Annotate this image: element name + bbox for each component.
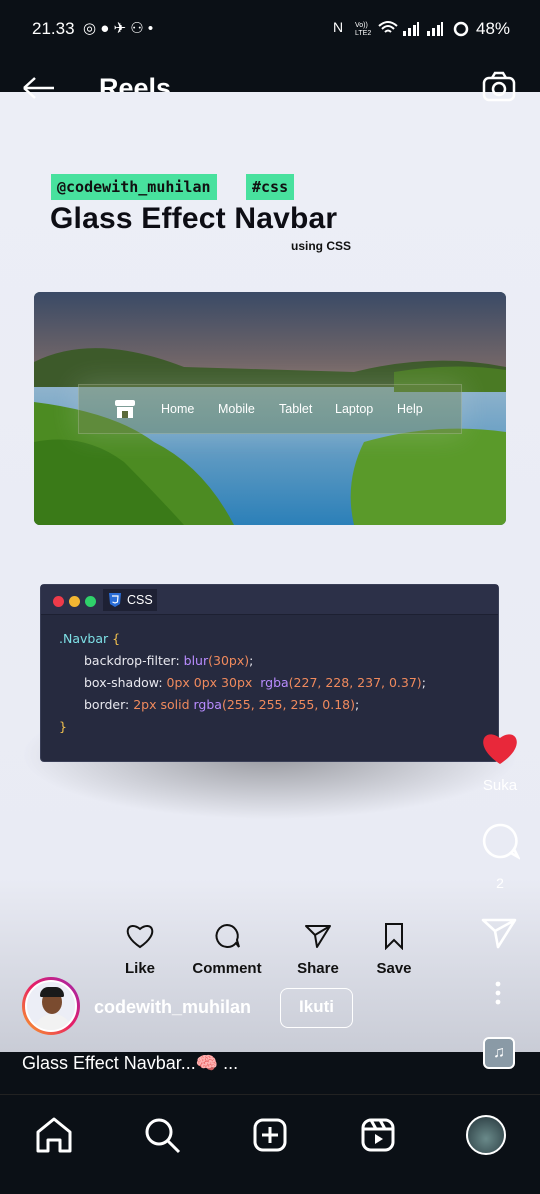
demo-nav-home: Home (161, 402, 195, 416)
home-icon[interactable] (34, 1115, 74, 1155)
reel-headline: Glass Effect Navbar (50, 202, 338, 235)
demo-nav-help: Help (397, 402, 423, 416)
more-icon[interactable] (494, 981, 502, 1005)
comment-count: 2 (496, 875, 504, 891)
heart-outline-icon (126, 925, 154, 949)
signal-icon-2 (427, 22, 443, 36)
code-line-1: .Navbar { (59, 631, 121, 646)
save-action: Save (364, 922, 424, 977)
share-action-label: Share (297, 960, 339, 977)
code-line-5: } (59, 719, 67, 734)
page-title: Reels (99, 74, 172, 92)
author-avatar[interactable] (22, 977, 80, 1035)
reel-video[interactable] (0, 92, 540, 1052)
share-icon[interactable] (480, 916, 518, 950)
landscape-image: Home Mobile Tablet Laptop Help (34, 292, 506, 525)
volte-label: Vo)) LTE2 (355, 22, 372, 37)
search-icon[interactable] (142, 1115, 182, 1155)
signal-icon-1 (403, 22, 419, 36)
hashtag: #css (246, 174, 295, 200)
caption[interactable]: Glass Effect Navbar...🧠 ... (22, 1053, 238, 1074)
window-max-dot (85, 596, 96, 607)
clock: 21.33 (32, 19, 75, 38)
reels-icon[interactable] (358, 1115, 398, 1155)
code-tab-label: CSS (127, 593, 153, 607)
comment-button[interactable]: 2 (478, 822, 522, 891)
demo-nav-laptop: Laptop (335, 402, 374, 416)
heart-filled-icon (483, 734, 517, 764)
code-line-3: box-shadow: 0px 0px 30px rgba(227, 228, … (84, 675, 426, 690)
code-card-header: CSS (41, 585, 498, 615)
status-bar: 21.33 ◎ ● ✈ ⚇ • N Vo)) LTE2 48% (0, 0, 540, 60)
top-nav (0, 60, 540, 92)
nfc-icon: N (333, 19, 344, 35)
like-label: Suka (482, 777, 518, 794)
like-button[interactable]: Suka (478, 730, 522, 794)
glass-navbar-demo: Home Mobile Tablet Laptop Help (78, 384, 462, 434)
avatar-photo (25, 980, 77, 1032)
handle-tag: @codewith_muhilan (51, 174, 217, 200)
comment-action: Comment (184, 922, 270, 977)
save-action-label: Save (376, 960, 412, 977)
code-line-2: backdrop-filter: blur(30px); (84, 653, 254, 668)
profile-avatar[interactable] (466, 1115, 506, 1155)
css3-icon (109, 593, 121, 607)
code-line-4: border: 2px solid rgba(255, 255, 255, 0.… (84, 697, 360, 712)
reel-subtitle: using CSS (291, 239, 352, 253)
share-action: Share (288, 922, 348, 977)
author-name[interactable]: codewith_muhilan (94, 997, 251, 1018)
store-icon (115, 400, 135, 418)
camera-icon[interactable] (482, 70, 516, 102)
code-card: CSS .Navbar { backdrop-filter: blur(30px… (40, 584, 499, 762)
window-min-dot (69, 596, 80, 607)
back-arrow-icon[interactable] (22, 76, 56, 100)
wifi-icon (378, 21, 398, 33)
code-tab: CSS (103, 589, 157, 611)
comment-action-label: Comment (192, 960, 262, 977)
send-outline-icon (305, 925, 331, 948)
bottom-nav (0, 1094, 540, 1194)
like-action: Like (110, 922, 170, 977)
window-close-dot (53, 596, 64, 607)
comment-icon (482, 823, 522, 861)
audio-thumbnail[interactable]: ♫ (483, 1037, 515, 1069)
follow-button[interactable]: Ikuti (280, 988, 353, 1028)
notification-icons: ◎ ● ✈ ⚇ • (83, 20, 154, 37)
music-note-icon: ♫ (493, 1044, 505, 1061)
bookmark-outline-icon (385, 923, 403, 951)
create-icon[interactable] (250, 1115, 290, 1155)
like-action-label: Like (124, 960, 155, 977)
demo-nav-mobile: Mobile (218, 402, 255, 416)
battery-ring-icon (453, 21, 469, 37)
app-screen: 21.33 ◎ ● ✈ ⚇ • N Vo)) LTE2 48% Reels @c… (0, 0, 540, 1194)
demo-nav-tablet: Tablet (279, 402, 313, 416)
comment-outline-icon (215, 923, 240, 948)
battery-percent: 48% (476, 19, 511, 38)
